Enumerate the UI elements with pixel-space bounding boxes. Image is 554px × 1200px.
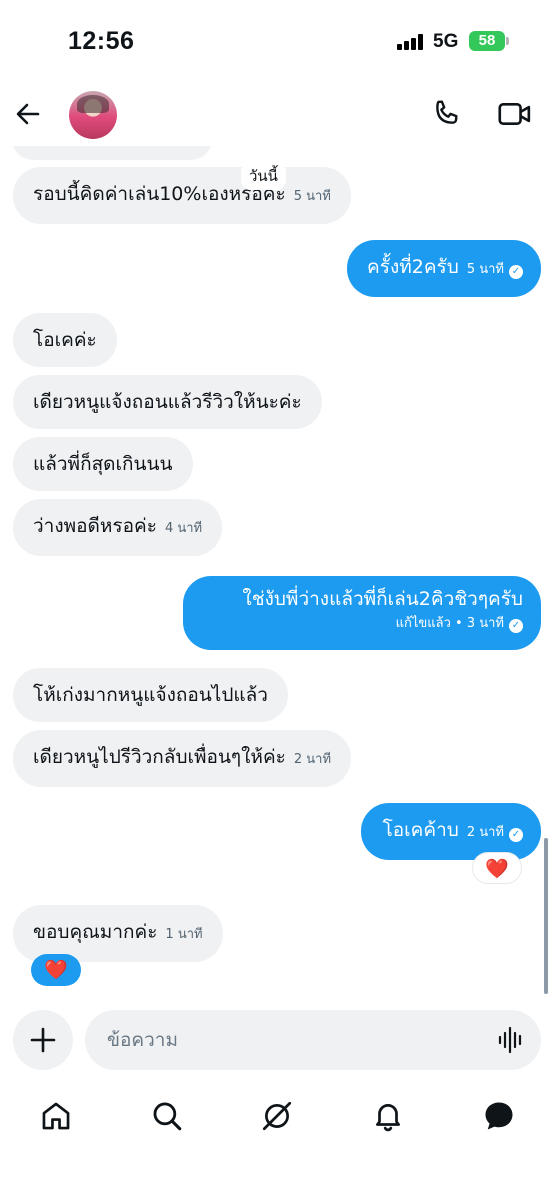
- message-time: 5 นาที: [293, 189, 331, 204]
- call-button[interactable]: [429, 97, 463, 131]
- date-separator: วันนี้: [241, 162, 286, 190]
- message-bubble[interactable]: เดียวหนูไปรีวิวกลับเพื่อนๆให้ค่ะ 2 นาที: [13, 730, 352, 787]
- plus-icon: [30, 1027, 56, 1053]
- network-type: 5G: [433, 31, 459, 52]
- message-bubble-partial[interactable]: [12, 146, 212, 160]
- message-text: ว่างพอดีหรอค่ะ: [33, 515, 157, 537]
- message-text: ครั้งที่2ครับ: [367, 256, 459, 278]
- message-bubble[interactable]: โอเคค้าบ 2 นาที ✓: [360, 803, 541, 860]
- message-bubble[interactable]: เดียวหนูแจ้งถอนแล้วรีวิวให้นะค่ะ: [13, 375, 322, 429]
- home-icon: [42, 1102, 70, 1130]
- heart-reaction[interactable]: ❤️: [31, 954, 81, 986]
- message-time: 2 นาที: [466, 825, 504, 840]
- message-text: เดียวหนูไปรีวิวกลับเพื่อนๆให้ค่ะ: [33, 746, 286, 768]
- heart-reaction[interactable]: ❤️: [472, 852, 522, 884]
- message-time: 5 นาที: [466, 262, 504, 277]
- add-attachment-button[interactable]: [13, 1010, 73, 1070]
- message-bubble[interactable]: โห้เก่งมากหนูแจ้งถอนไปแล้ว: [13, 668, 288, 722]
- message-text: เดียวหนูแจ้งถอนแล้วรีวิวให้นะค่ะ: [33, 391, 302, 413]
- video-camera-icon: [498, 102, 531, 126]
- signal-icon: [397, 34, 425, 50]
- message-text: โอเคค่ะ: [33, 329, 97, 351]
- nav-search[interactable]: [147, 1096, 187, 1136]
- message-time: 2 นาที: [293, 752, 332, 767]
- scrollbar[interactable]: [544, 838, 548, 994]
- search-icon: [153, 1102, 182, 1131]
- back-button[interactable]: [10, 96, 46, 132]
- sent-check-icon: ✓: [509, 828, 523, 842]
- message-input[interactable]: [85, 1010, 541, 1070]
- message-bubble[interactable]: รอบนี้คิดค่าเล่น10%เองหรอคะ 5 นาที: [13, 167, 351, 224]
- video-call-button[interactable]: [497, 97, 533, 131]
- grok-icon: [262, 1101, 292, 1131]
- message-bubble[interactable]: ใช่งับพี่ว่างแล้วพี่ก็เล่น2คิวชิวๆครับ แ…: [183, 576, 541, 650]
- phone-icon: [436, 100, 458, 124]
- message-bubble[interactable]: ว่างพอดีหรอค่ะ 4 นาที: [13, 499, 223, 556]
- nav-home[interactable]: [36, 1096, 76, 1136]
- conversation-header: [0, 84, 554, 146]
- bottom-navigation: [0, 1078, 554, 1200]
- message-time: 1 นาที: [165, 927, 203, 942]
- message-time: แก้ไขแล้ว • 3 นาที: [395, 616, 504, 631]
- message-text: โอเคค้าบ: [382, 819, 459, 841]
- status-time: 12:56: [68, 27, 135, 55]
- message-list[interactable]: รอบนี้คิดค่าเล่น10%เองหรอคะ 5 นาที วันนี้…: [0, 146, 554, 1006]
- message-text: ขอบคุณมากค่ะ: [33, 921, 158, 943]
- message-time: 4 นาที: [164, 521, 203, 536]
- nav-messages[interactable]: [479, 1096, 519, 1136]
- nav-notifications[interactable]: [368, 1096, 408, 1136]
- message-text: แล้วพี่ก็สุดเกินนน: [33, 453, 173, 475]
- status-bar: 12:56 5G 58: [0, 0, 554, 84]
- nav-grok[interactable]: [257, 1096, 297, 1136]
- avatar[interactable]: [69, 91, 117, 139]
- message-bubble[interactable]: ครั้งที่2ครับ 5 นาที ✓: [347, 240, 541, 297]
- bell-icon: [376, 1104, 400, 1132]
- voice-message-button[interactable]: [496, 1025, 526, 1055]
- sent-check-icon: ✓: [509, 265, 523, 279]
- message-text: ใช่งับพี่ว่างแล้วพี่ก็เล่น2คิวชิวๆครับ: [242, 588, 523, 610]
- message-bubble[interactable]: โอเคค่ะ: [13, 313, 117, 367]
- message-text: โห้เก่งมากหนูแจ้งถอนไปแล้ว: [33, 684, 268, 706]
- composer: [0, 1006, 554, 1078]
- messages-icon: [485, 1102, 513, 1130]
- battery-tip: [506, 37, 509, 45]
- arrow-left-icon: [16, 103, 40, 125]
- message-bubble[interactable]: แล้วพี่ก็สุดเกินนน: [13, 437, 193, 491]
- sent-check-icon: ✓: [509, 619, 523, 633]
- voice-wave-icon: [498, 1026, 522, 1054]
- battery-icon: 58: [469, 31, 505, 51]
